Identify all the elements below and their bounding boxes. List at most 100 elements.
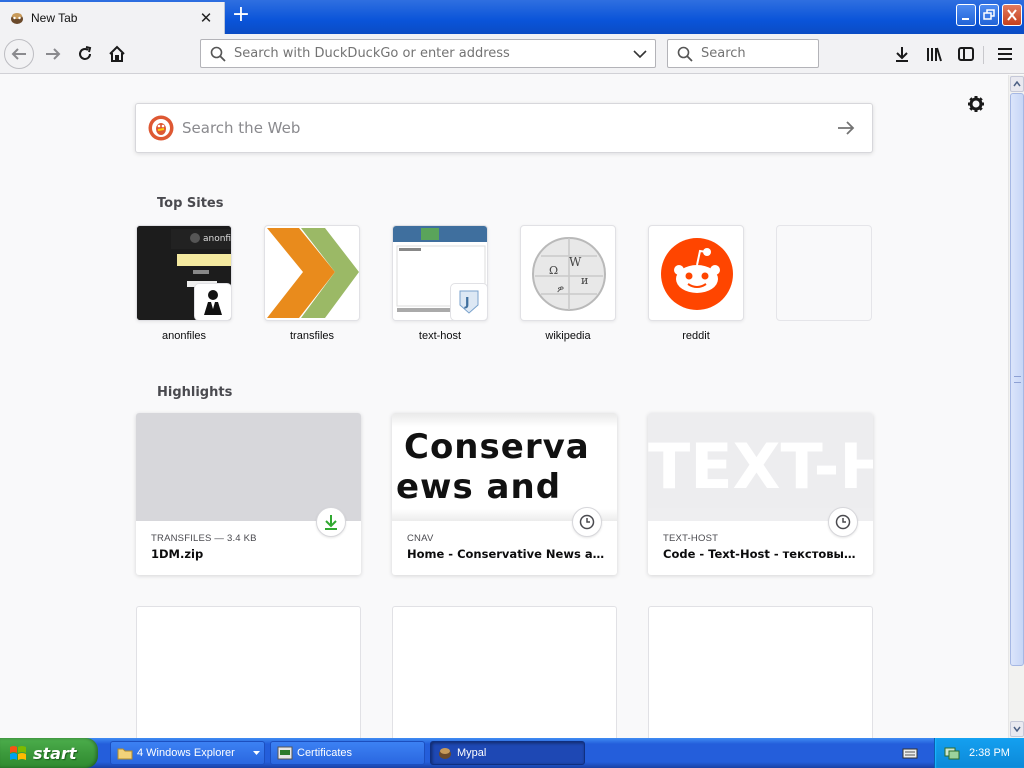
sidebar-button[interactable] <box>951 39 981 69</box>
restore-button[interactable] <box>979 4 999 26</box>
new-tab-page: Top Sites anonfiles anonfiles <box>0 75 1008 738</box>
clock[interactable]: 2:38 PM <box>969 747 1010 759</box>
gear-icon[interactable] <box>967 95 985 117</box>
address-input[interactable] <box>234 46 625 61</box>
card-preview: Conserva ews and <box>392 413 617 521</box>
network-tray-icon[interactable] <box>943 745 961 761</box>
library-icon <box>927 47 942 62</box>
chevron-down-icon <box>1013 726 1021 732</box>
reload-button[interactable] <box>70 39 100 69</box>
anonymous-mask-icon <box>204 290 222 315</box>
close-window-button[interactable] <box>1002 4 1022 26</box>
web-search-input[interactable] <box>182 119 834 137</box>
windows-taskbar: start 4 Windows Explorer Certificates My… <box>0 738 1024 768</box>
duckduckgo-logo-icon <box>148 115 174 141</box>
topsite-thumbnail: Ω W и ዎ <box>520 225 616 321</box>
menu-button[interactable] <box>990 39 1020 69</box>
card-title: 1DM.zip <box>151 547 204 561</box>
taskbar-item-mypal[interactable]: Mypal <box>430 741 585 765</box>
start-button[interactable]: start <box>0 738 98 768</box>
tab-new-tab[interactable]: New Tab ✕ <box>0 2 225 34</box>
home-button[interactable] <box>102 39 132 69</box>
back-button[interactable] <box>4 39 34 69</box>
wikipedia-globe-icon: Ω W и ዎ <box>532 237 606 311</box>
reddit-logo-icon <box>661 238 733 310</box>
topsite-label: reddit <box>682 330 710 342</box>
text-host-favicon-icon: J <box>459 290 479 314</box>
chevron-down-icon <box>253 751 260 755</box>
svg-text:Ω: Ω <box>549 264 558 277</box>
highlight-placeholder <box>136 606 361 738</box>
folder-icon <box>117 746 133 760</box>
search-icon <box>210 46 226 62</box>
restore-icon <box>983 9 995 20</box>
svg-text:ዎ: ዎ <box>557 284 564 295</box>
topsite-thumbnail: anonfiles <box>136 225 232 321</box>
search-icon <box>677 46 693 62</box>
card-preview: TEXT-HOST <box>648 413 873 521</box>
clock-icon <box>828 507 858 537</box>
navigation-toolbar <box>0 34 1024 74</box>
toolbar-separator <box>983 46 984 64</box>
clock-icon <box>572 507 602 537</box>
topsite-transfiles[interactable]: transfiles <box>264 225 360 342</box>
hamburger-menu-icon <box>998 48 1012 60</box>
topsite-label: wikipedia <box>545 330 591 342</box>
mypal-favicon-icon <box>11 13 23 24</box>
taskbar-item-certificates[interactable]: Certificates <box>270 741 425 765</box>
site-favicon: J <box>450 283 487 320</box>
windows-flag-icon <box>10 746 26 760</box>
minimize-button[interactable] <box>956 4 976 26</box>
tab-title: New Tab <box>31 11 78 25</box>
topsite-wikipedia[interactable]: Ω W и ዎ wikipedia <box>520 225 616 342</box>
downloads-button[interactable] <box>887 39 917 69</box>
topsite-label: text-host <box>418 330 462 342</box>
sidebar-icon <box>958 47 974 61</box>
anonfiles-logo-text: anonfiles <box>203 234 232 244</box>
arrow-right-icon[interactable] <box>834 116 858 140</box>
forward-button[interactable] <box>38 39 68 69</box>
topsite-empty-slot[interactable] <box>776 225 872 330</box>
search-bar[interactable] <box>667 39 819 68</box>
certificate-console-icon <box>277 746 293 760</box>
topsite-thumbnail <box>264 225 360 321</box>
highlight-placeholder <box>392 606 617 738</box>
card-context: TEXT-HOST <box>663 533 719 544</box>
preview-text: TEXT-HOST <box>648 430 873 503</box>
scroll-down-button[interactable] <box>1010 721 1024 737</box>
svg-text:W: W <box>569 255 582 269</box>
highlight-placeholder <box>648 606 873 738</box>
system-tray: 2:38 PM <box>934 738 1024 768</box>
taskbar-item-label: Certificates <box>297 747 353 759</box>
scroll-thumb[interactable] <box>1010 93 1024 666</box>
scroll-grip <box>1014 376 1021 383</box>
library-button[interactable] <box>919 39 949 69</box>
topsite-label: transfiles <box>289 330 335 342</box>
topsite-reddit[interactable]: reddit <box>648 225 744 342</box>
highlight-card-cnav[interactable]: Conserva ews and CNAV Home - Conservativ… <box>392 413 617 575</box>
highlight-card-transfiles[interactable]: TRANSFILES — 3.4 KB 1DM.zip <box>136 413 361 575</box>
new-tab-button[interactable]: + <box>229 4 253 27</box>
mypal-icon <box>437 746 453 760</box>
topsite-text-host[interactable]: J text-host <box>392 225 488 342</box>
scroll-up-button[interactable] <box>1010 76 1024 92</box>
home-icon <box>109 45 125 62</box>
taskbar-item-windows-explorer[interactable]: 4 Windows Explorer <box>110 741 265 765</box>
vertical-scrollbar[interactable] <box>1008 75 1024 738</box>
minimize-icon <box>962 18 969 20</box>
search-input[interactable] <box>701 46 818 61</box>
top-sites-heading: Top Sites <box>157 196 224 211</box>
close-icon <box>1007 9 1017 21</box>
highlight-card-text-host[interactable]: TEXT-HOST TEXT-HOST Code - Text-Host - т… <box>648 413 873 575</box>
reload-icon <box>79 46 92 60</box>
chevron-down-icon[interactable] <box>633 49 647 59</box>
site-favicon <box>194 283 231 320</box>
arrow-left-icon <box>11 48 26 60</box>
tab-close-button[interactable]: ✕ <box>197 9 215 27</box>
topsite-anonfiles[interactable]: anonfiles anonfiles <box>136 225 232 342</box>
address-bar[interactable] <box>200 39 656 68</box>
keyboard-icon[interactable] <box>902 746 918 760</box>
title-bar: New Tab ✕ + <box>0 0 1024 34</box>
card-context: CNAV <box>407 533 434 544</box>
web-search-box[interactable] <box>135 103 873 153</box>
